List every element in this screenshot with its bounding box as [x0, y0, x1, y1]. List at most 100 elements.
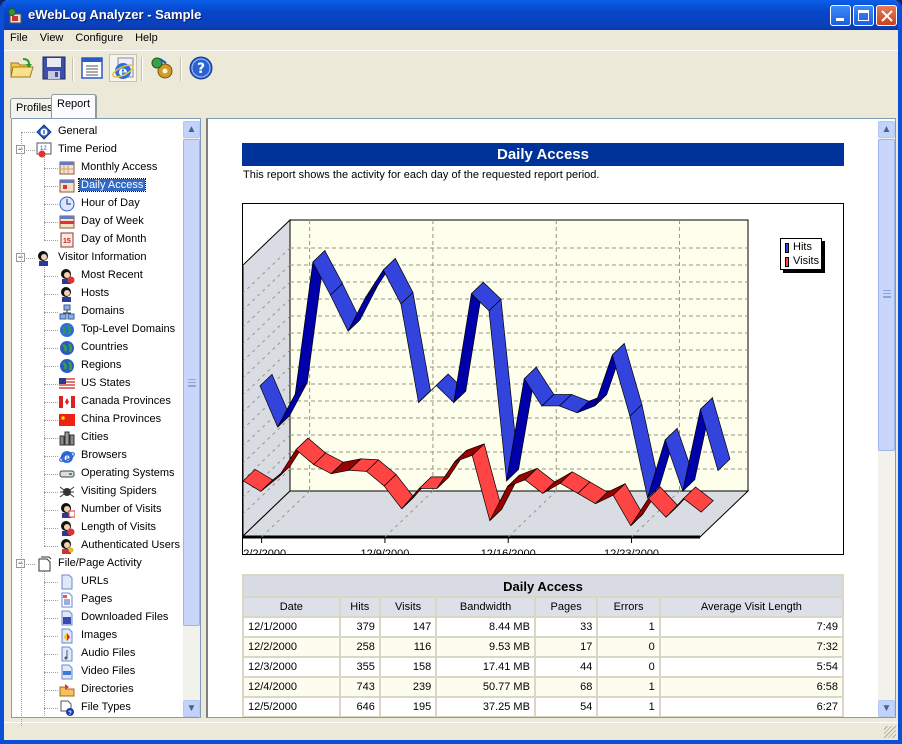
menu-configure[interactable]: Configure: [69, 30, 129, 44]
tree-item-label: Operating Systems: [81, 467, 175, 479]
calendar-grid-icon: [59, 161, 75, 175]
tree-connector: [44, 294, 58, 295]
table-row: 12/3/2000 355 158 17.41 MB 44 0 5:54: [242, 656, 845, 678]
analyze-button[interactable]: [148, 54, 176, 82]
legend-swatch-hits: [785, 243, 789, 253]
tree-connector: [21, 132, 35, 133]
tree-connector: [44, 492, 58, 493]
chart-legend: Hits Visits: [780, 238, 822, 270]
tree-connector: [21, 132, 22, 726]
x-tick-label: 12/23/2000: [604, 548, 659, 554]
tree-item-label: Images: [81, 629, 118, 641]
menu-help[interactable]: Help: [129, 30, 164, 44]
column-header-average-visit-length: Average Visit Length: [658, 596, 845, 618]
report-scroll-thumb[interactable]: [878, 139, 895, 451]
globe-icon: [60, 341, 74, 355]
tree-item-label: Video Files: [81, 665, 136, 677]
help-icon: ?: [189, 56, 213, 80]
table-cell-errors: 0: [596, 636, 661, 658]
info-diamond-icon: [36, 124, 52, 140]
tab-profiles-label: Profiles: [16, 102, 53, 114]
table-cell-average-visit-length: 7:32: [658, 636, 845, 658]
toolbar-separator: [180, 57, 182, 81]
open-button[interactable]: [8, 54, 36, 82]
tab-report[interactable]: Report: [51, 94, 98, 118]
folder-icon: [59, 684, 75, 697]
resize-grip[interactable]: [884, 726, 896, 738]
close-button[interactable]: [876, 5, 897, 26]
report-scroll-up-button[interactable]: ▲: [878, 121, 895, 138]
table-row: 12/5/2000 646 195 37.25 MB 54 1 6:27: [242, 696, 845, 717]
table-cell-visits: 116: [378, 636, 438, 658]
tree-item-label: Authenticated Users: [81, 539, 181, 551]
menu-file[interactable]: File: [4, 30, 34, 44]
minimize-button[interactable]: [830, 5, 851, 26]
toolbar: e ?: [4, 50, 898, 86]
table-cell-visits: 195: [378, 696, 438, 717]
tree-connector: [44, 420, 58, 421]
save-button[interactable]: [40, 54, 68, 82]
tree-connector: [44, 312, 58, 313]
table-caption: Daily Access: [242, 574, 844, 598]
table-cell-hits: 646: [338, 696, 381, 717]
table-body: 12/1/2000 379 147 8.44 MB 33 1 7:49 12/2/2000 25…: [242, 616, 845, 717]
table-cell-pages: 17: [533, 636, 599, 658]
report-view-button[interactable]: [78, 54, 106, 82]
tree-item-label: Pages: [81, 593, 113, 605]
tree-scroll-up-button[interactable]: ▲: [183, 121, 200, 138]
open-folder-icon: [10, 58, 34, 78]
tree-item-label: Countries: [81, 341, 129, 353]
table-cell-pages: 68: [533, 676, 599, 698]
table-cell-bandwidth: 37.25 MB: [435, 696, 536, 717]
x-tick-label: 12/9/2000: [360, 548, 409, 554]
legend-label-hits: Hits: [793, 241, 812, 253]
image-page-icon: [61, 628, 73, 644]
tree-connector: [44, 582, 58, 583]
x-tick-label: 12/16/2000: [481, 548, 536, 554]
tree-scroll-down-button[interactable]: ▼: [183, 700, 200, 717]
tree-connector: [44, 474, 58, 475]
report-scroll-down-button[interactable]: ▼: [878, 700, 895, 717]
tree-connector: [44, 618, 58, 619]
browser-view-button[interactable]: e: [109, 54, 137, 82]
title-bar[interactable]: eWebLog Analyzer - Sample: [4, 0, 898, 30]
menu-view[interactable]: View: [34, 30, 70, 44]
report-view: Daily Access This report shows the activ…: [206, 118, 896, 718]
table-row: 12/4/2000 743 239 50.77 MB 68 1 6:58: [242, 676, 845, 698]
computer-drive-icon: [59, 470, 75, 478]
tree-item-label: Number of Visits: [81, 503, 162, 515]
toolbar-separator: [141, 57, 143, 81]
tab-report-label: Report: [57, 98, 91, 110]
daily-access-chart: 5010015020025030035040045050055060065070…: [218, 203, 844, 574]
column-header-errors: Errors: [596, 596, 661, 618]
table-cell-average-visit-length: 6:27: [658, 696, 845, 717]
tree-item-label: China Provinces: [81, 413, 162, 425]
table-cell-pages: 44: [533, 656, 599, 678]
tree-item-label: Browsers: [81, 449, 127, 461]
calendar-day-icon: [59, 179, 75, 193]
tree-item-label: Day of Week: [81, 215, 144, 227]
internet-explorer-icon: e: [112, 57, 134, 80]
tree-scroll-thumb[interactable]: [183, 139, 200, 626]
table-cell-average-visit-length: 6:58: [658, 676, 845, 698]
tree-connector: [44, 157, 45, 240]
tree-item-label: File/Page Activity: [58, 557, 142, 569]
tree-connector: [44, 348, 58, 349]
table-cell-visits: 147: [378, 616, 438, 638]
maximize-icon: [858, 10, 869, 21]
globe-icon: [60, 359, 74, 373]
audio-page-icon: [61, 646, 73, 662]
maximize-button[interactable]: [853, 5, 874, 26]
tree-connector: [44, 222, 58, 223]
table-cell-date: 12/3/2000: [242, 656, 341, 678]
help-button[interactable]: ?: [187, 54, 215, 82]
table-cell-pages: 33: [533, 616, 599, 638]
close-icon: [881, 10, 893, 22]
table-cell-visits: 158: [378, 656, 438, 678]
column-header-bandwidth: Bandwidth: [435, 596, 536, 618]
chevron-up-icon: ▲: [186, 124, 197, 135]
internet-explorer-icon: e: [59, 451, 75, 464]
report-scrollbar[interactable]: ▲ ▼: [878, 121, 895, 717]
tree-scrollbar[interactable]: ▲ ▼: [183, 121, 200, 717]
report-tree[interactable]: − − − General 12 Time Period Monthly Access Da…: [11, 118, 201, 726]
